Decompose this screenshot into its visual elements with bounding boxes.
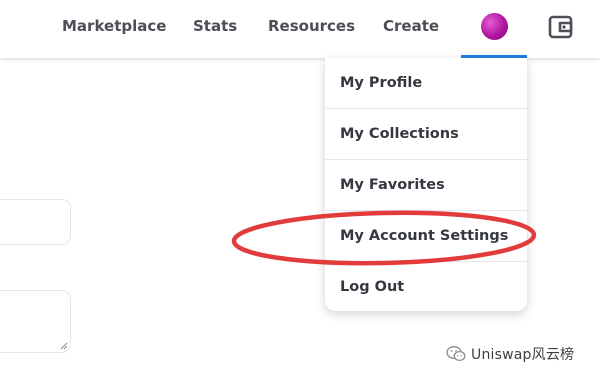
menu-item-my-collections[interactable]: My Collections xyxy=(325,109,527,160)
top-navigation-bar: Marketplace Stats Resources Create xyxy=(0,0,600,58)
textarea-field[interactable] xyxy=(0,290,71,353)
watermark-text: Uniswap风云榜 xyxy=(471,347,575,363)
menu-item-my-profile[interactable]: My Profile xyxy=(325,58,527,109)
watermark: Uniswap风云榜 xyxy=(446,343,574,365)
menu-item-log-out[interactable]: Log Out xyxy=(325,262,527,311)
profile-menu-button[interactable] xyxy=(461,0,527,58)
resize-grip-icon[interactable] xyxy=(60,342,68,350)
text-input-field[interactable] xyxy=(0,199,71,245)
wallet-button[interactable] xyxy=(548,14,574,40)
nav-create[interactable]: Create xyxy=(383,17,439,35)
wechat-icon xyxy=(446,346,466,362)
menu-item-my-favorites[interactable]: My Favorites xyxy=(325,160,527,211)
nav-marketplace[interactable]: Marketplace xyxy=(62,17,166,35)
nav-resources[interactable]: Resources xyxy=(268,17,355,35)
wallet-icon xyxy=(548,15,573,39)
menu-item-account-settings[interactable]: My Account Settings xyxy=(325,211,527,262)
profile-dropdown-menu: My Profile My Collections My Favorites M… xyxy=(325,58,527,311)
nav-stats[interactable]: Stats xyxy=(193,17,237,35)
profile-avatar xyxy=(481,13,508,40)
